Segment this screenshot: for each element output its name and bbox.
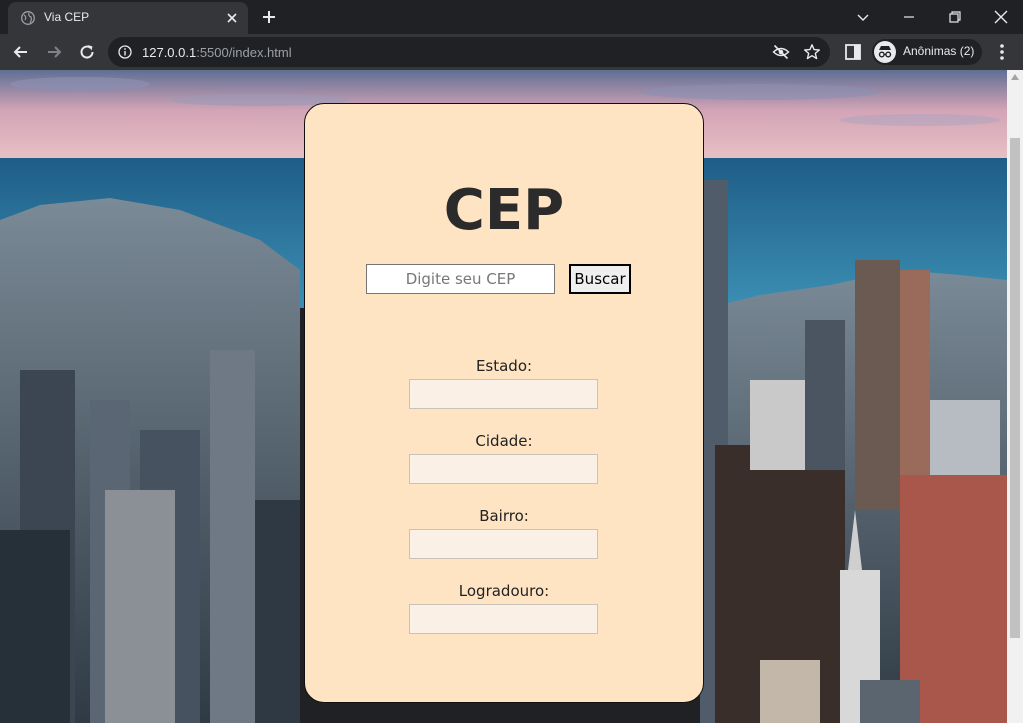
scrollbar-thumb[interactable] <box>1010 138 1020 638</box>
incognito-profile-chip[interactable]: Anônimas (2) <box>872 39 982 65</box>
globe-icon <box>21 11 35 25</box>
new-tab-icon[interactable] <box>260 8 278 26</box>
field-label-bairro: Bairro: <box>479 507 529 525</box>
tab-search-icon[interactable] <box>852 6 874 28</box>
vertical-scrollbar[interactable] <box>1007 70 1023 723</box>
back-arrow-icon[interactable] <box>11 42 31 62</box>
cep-card: CEP Buscar Estado: Cidade: Bairro: Logra… <box>304 103 704 703</box>
side-panel-icon[interactable] <box>845 44 861 60</box>
field-label-estado: Estado: <box>475 357 533 375</box>
address-bar[interactable]: 127.0.0.1:5500/index.html <box>108 37 830 67</box>
bairro-field[interactable] <box>409 529 598 559</box>
more-menu-icon[interactable] <box>994 42 1010 62</box>
page-title: CEP <box>443 178 565 243</box>
url-text[interactable]: 127.0.0.1:5500/index.html <box>142 45 292 60</box>
tab-title: Via CEP <box>44 10 90 24</box>
browser-tab[interactable]: Via CEP <box>8 2 248 34</box>
url-path: :5500/index.html <box>196 45 292 60</box>
browser-toolbar: 127.0.0.1:5500/index.html Anônimas (2) <box>0 34 1023 70</box>
close-window-icon[interactable] <box>990 6 1012 28</box>
minimize-icon[interactable] <box>898 6 920 28</box>
close-icon[interactable] <box>224 10 240 26</box>
eye-off-icon[interactable] <box>772 44 790 60</box>
field-label-logradouro: Logradouro: <box>458 582 550 600</box>
forward-arrow-icon[interactable] <box>44 42 64 62</box>
logradouro-field[interactable] <box>409 604 598 634</box>
incognito-icon <box>874 41 896 63</box>
field-label-cidade: Cidade: <box>475 432 533 450</box>
browser-titlebar: Via CEP <box>0 0 1023 34</box>
page-viewport: CEP Buscar Estado: Cidade: Bairro: Logra… <box>0 70 1007 723</box>
star-icon[interactable] <box>803 43 821 61</box>
info-icon[interactable] <box>118 45 132 59</box>
profile-label: Anônimas (2) <box>903 44 975 58</box>
scroll-up-arrow-icon[interactable] <box>1011 74 1019 80</box>
estado-field[interactable] <box>409 379 598 409</box>
url-host: 127.0.0.1 <box>142 45 197 60</box>
cidade-field[interactable] <box>409 454 598 484</box>
search-button[interactable]: Buscar <box>569 264 631 294</box>
cep-input[interactable] <box>366 264 555 294</box>
reload-icon[interactable] <box>77 42 97 62</box>
restore-icon[interactable] <box>944 6 966 28</box>
